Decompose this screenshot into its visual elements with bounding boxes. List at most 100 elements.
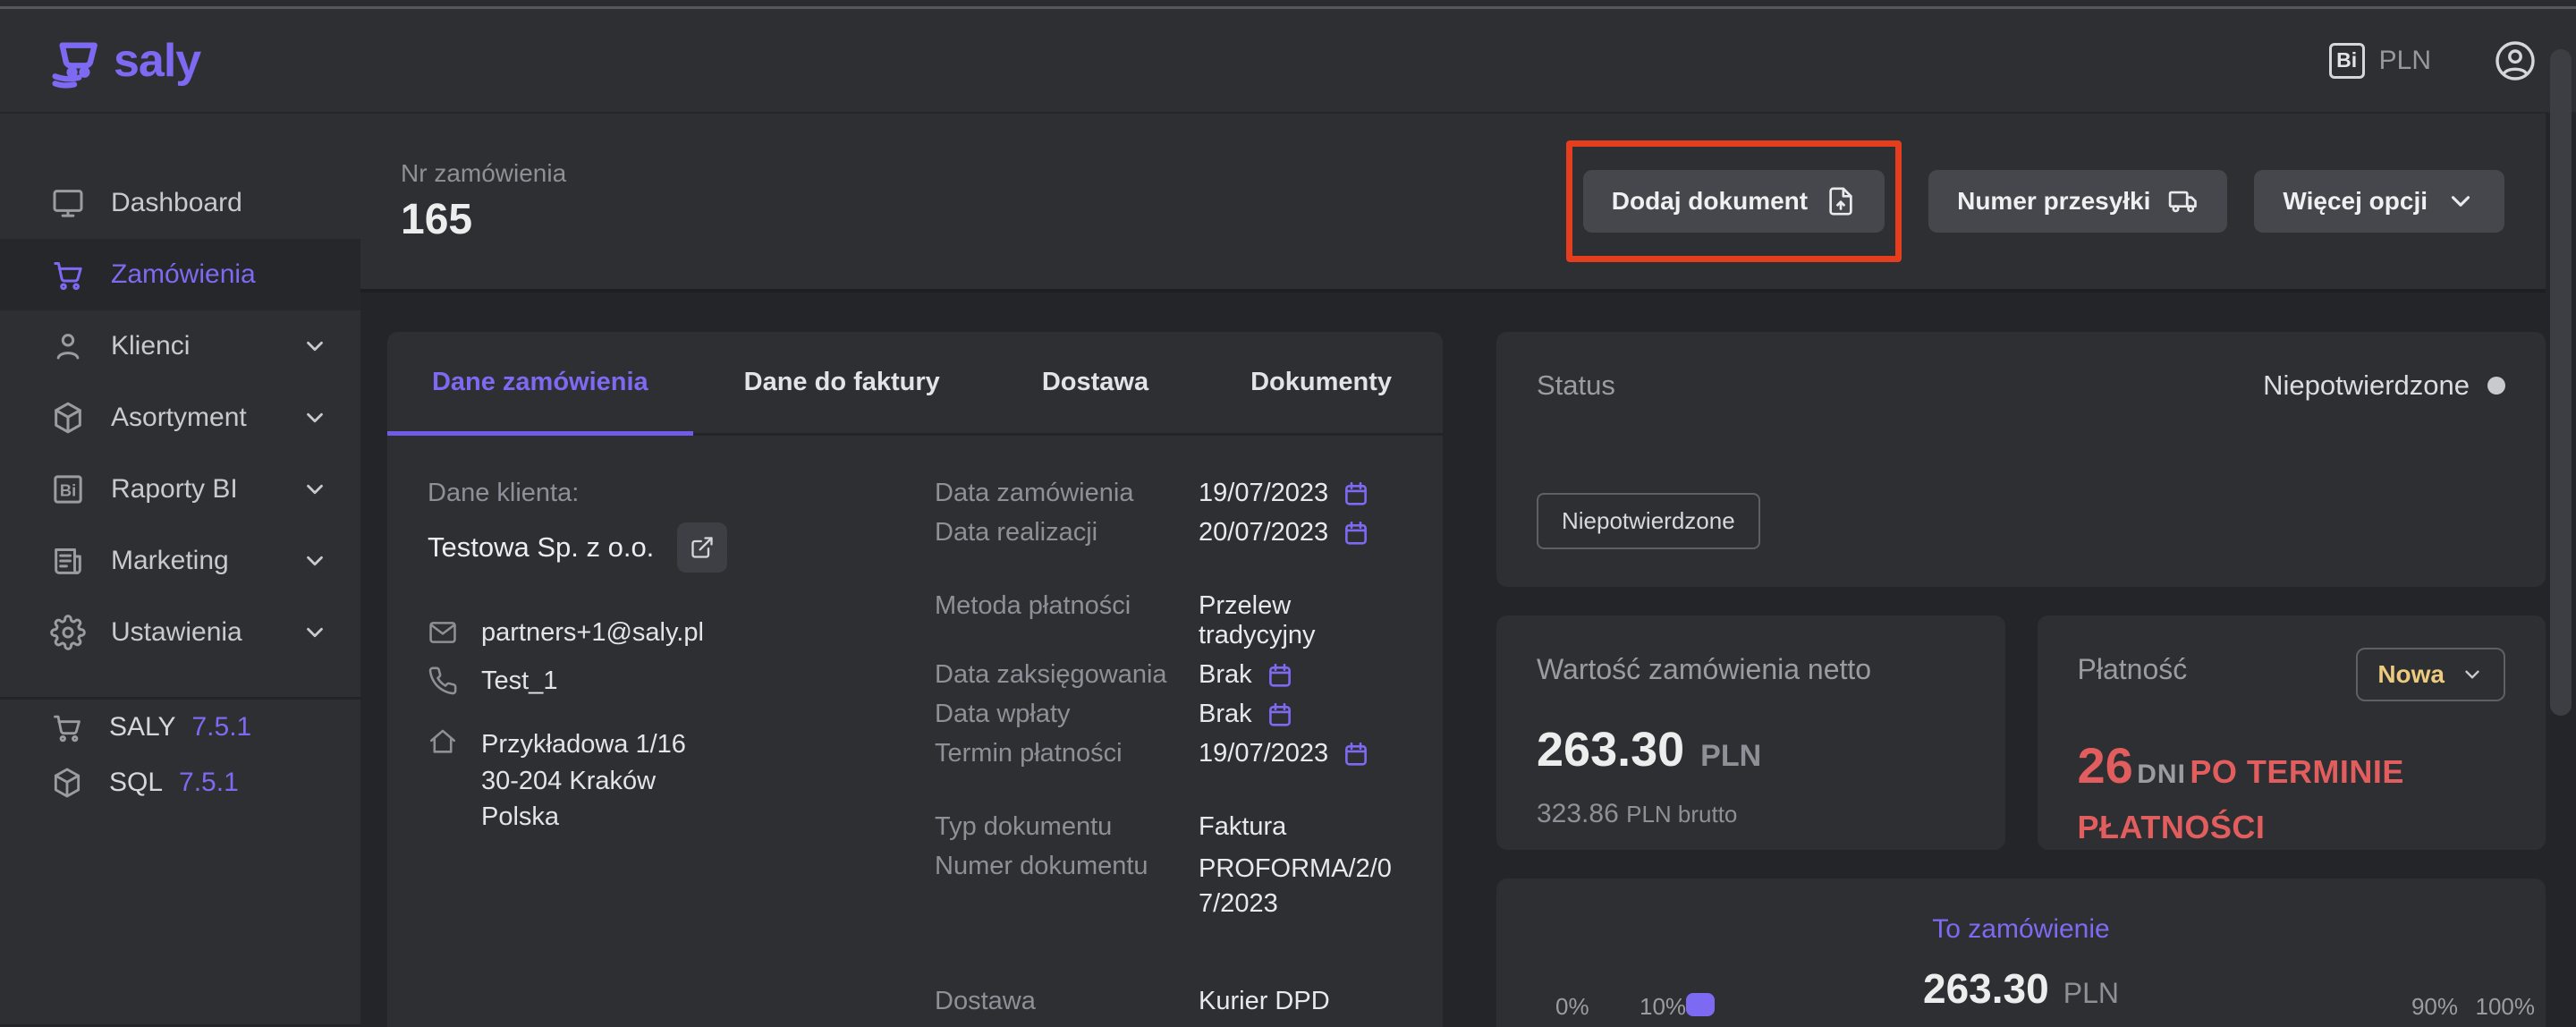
newspaper-icon: [50, 543, 86, 579]
order-summary-card: To zamówienie 263.30 PLN 0% 10% 90% 100%: [1496, 878, 2546, 1027]
net-amount: 263.30: [1537, 722, 1684, 777]
calendar-icon[interactable]: [1343, 480, 1369, 507]
chevron-down-icon: [301, 404, 328, 431]
client-phone: Test_1: [481, 666, 557, 696]
order-number-label: Nr zamówienia: [401, 159, 566, 188]
phone-icon: [428, 666, 458, 696]
field-value: PROFORMA/2/07/2023: [1199, 852, 1402, 921]
open-client-button[interactable]: [677, 522, 727, 573]
chevron-down-icon: [2461, 663, 2484, 686]
chevron-down-icon: [2445, 186, 2476, 216]
net-currency: PLN: [1700, 739, 1761, 774]
monitor-icon: [50, 185, 86, 221]
chevron-down-icon: [301, 333, 328, 360]
bi-icon: Bi: [2329, 43, 2365, 79]
order-value-title: Wartość zamówienia netto: [1537, 653, 1965, 686]
overdue-days: 26: [2078, 737, 2133, 794]
version-name: SQL: [109, 768, 163, 798]
address-line-2: 30-204 Kraków: [481, 767, 656, 795]
gross-label: PLN brutto: [1626, 801, 1737, 828]
field-value: Kurier DPD: [1199, 987, 1330, 1016]
calendar-icon[interactable]: [1267, 662, 1293, 689]
calendar-icon[interactable]: [1267, 701, 1293, 728]
account-menu[interactable]: [2494, 39, 2537, 82]
sidebar-item-orders[interactable]: Zamówienia: [0, 239, 360, 310]
summary-title: To zamówienie: [1496, 914, 2546, 945]
order-fields-column: Data zamówienia 19/07/2023 Data realizac…: [935, 479, 1402, 1027]
version-name: SALY: [109, 712, 176, 743]
tab-invoice-data[interactable]: Dane do faktury: [693, 332, 991, 433]
gross-amount: 323.86: [1537, 799, 1619, 828]
account-circle-icon: [2494, 39, 2537, 82]
calendar-icon[interactable]: [1343, 520, 1369, 547]
field-row: Metoda płatności Przelew tradycyjny: [935, 591, 1402, 650]
order-number: 165: [401, 195, 566, 244]
tab-label: Dane do faktury: [744, 368, 940, 397]
sidebar-item-dashboard[interactable]: Dashboard: [0, 167, 360, 239]
address-line-3: Polska: [481, 802, 559, 831]
tab-order-data[interactable]: Dane zamówienia: [387, 332, 693, 433]
order-tabs: Dane zamówienia Dane do faktury Dostawa …: [387, 332, 1443, 436]
more-options-label: Więcej opcji: [2283, 187, 2428, 216]
chevron-down-icon: [301, 619, 328, 646]
vertical-scrollbar[interactable]: [2550, 49, 2572, 716]
cart-logo-icon: [49, 32, 106, 89]
field-row: Data realizacji 20/07/2023: [935, 518, 1402, 547]
client-address: Przykładowa 1/16 30-204 Kraków Polska: [481, 726, 686, 836]
external-link-icon: [690, 535, 715, 560]
chevron-down-icon: [301, 476, 328, 503]
field-label: Dostawa: [935, 987, 1199, 1016]
gear-icon: [50, 615, 86, 650]
tracking-number-button[interactable]: Numer przesyłki: [1928, 170, 2227, 233]
version-number: 7.5.1: [179, 768, 239, 798]
sidebar-item-assortment[interactable]: Asortyment: [0, 382, 360, 454]
progress-slider-handle[interactable]: [1686, 993, 1715, 1016]
client-column: Dane klienta: Testowa Sp. z o.o.: [428, 479, 935, 1027]
status-chip[interactable]: Niepotwierdzone: [1537, 493, 1760, 549]
sidebar-item-label: Asortyment: [111, 403, 247, 433]
order-details-card: Dane zamówienia Dane do faktury Dostawa …: [387, 332, 1443, 1027]
payment-card: Płatność Nowa 26 DNI PO TERMINIE: [2038, 615, 2546, 850]
field-row: Termin płatności 19/07/2023: [935, 739, 1402, 768]
client-name-row: Testowa Sp. z o.o.: [428, 522, 899, 573]
client-name: Testowa Sp. z o.o.: [428, 531, 654, 564]
field-value: 19/07/2023: [1199, 479, 1328, 508]
payment-status-select[interactable]: Nowa: [2356, 648, 2505, 701]
sidebar-item-label: Klienci: [111, 331, 190, 361]
client-email: partners+1@saly.pl: [481, 618, 704, 648]
sidebar-item-clients[interactable]: Klienci: [0, 310, 360, 382]
field-value: 20/07/2023: [1199, 518, 1328, 547]
saly-logo[interactable]: saly: [49, 32, 200, 89]
currency-selector[interactable]: Bi PLN: [2329, 43, 2431, 79]
tab-documents[interactable]: Dokumenty: [1199, 332, 1443, 433]
client-email-row: partners+1@saly.pl: [428, 617, 899, 648]
field-label: Numer dokumentu: [935, 852, 1199, 881]
sidebar-item-settings[interactable]: Ustawienia: [0, 597, 360, 668]
person-icon: [50, 328, 86, 364]
sidebar-item-reports-bi[interactable]: Bi Raporty BI: [0, 454, 360, 525]
field-label: Data zamówienia: [935, 479, 1199, 508]
more-options-button[interactable]: Więcej opcji: [2254, 170, 2504, 233]
sidebar-item-label: Ustawienia: [111, 617, 242, 648]
sidebar-item-label: Raporty BI: [111, 474, 238, 505]
scale-label-0: 0%: [1555, 993, 1589, 1021]
cart-icon: [50, 257, 86, 293]
right-column: Status Niepotwierdzone Niepotwierdzone W…: [1496, 332, 2546, 1024]
status-value-row: Niepotwierdzone: [2263, 369, 2505, 402]
status-value: Niepotwierdzone: [2263, 369, 2470, 402]
calendar-icon[interactable]: [1343, 741, 1369, 768]
sql-version-row: SQL 7.5.1: [0, 755, 360, 811]
payment-title: Płatność: [2078, 653, 2188, 686]
status-title: Status: [1537, 369, 1615, 402]
chevron-down-icon: [301, 547, 328, 574]
payment-progress-scale: 0% 10% 90% 100%: [1496, 993, 2546, 1027]
scale-label-90: 90%: [2411, 993, 2458, 1021]
tab-delivery[interactable]: Dostawa: [991, 332, 1199, 433]
add-document-label: Dodaj dokument: [1612, 187, 1808, 216]
sidebar-item-marketing[interactable]: Marketing: [0, 525, 360, 597]
cart-icon: [50, 710, 84, 744]
add-document-button[interactable]: Dodaj dokument: [1583, 170, 1885, 233]
field-row: Dostawa Kurier DPD: [935, 987, 1402, 1016]
order-actions: Dodaj dokument Numer przesyłki: [1566, 140, 2504, 262]
order-card-body: Dane klienta: Testowa Sp. z o.o.: [387, 436, 1443, 1027]
